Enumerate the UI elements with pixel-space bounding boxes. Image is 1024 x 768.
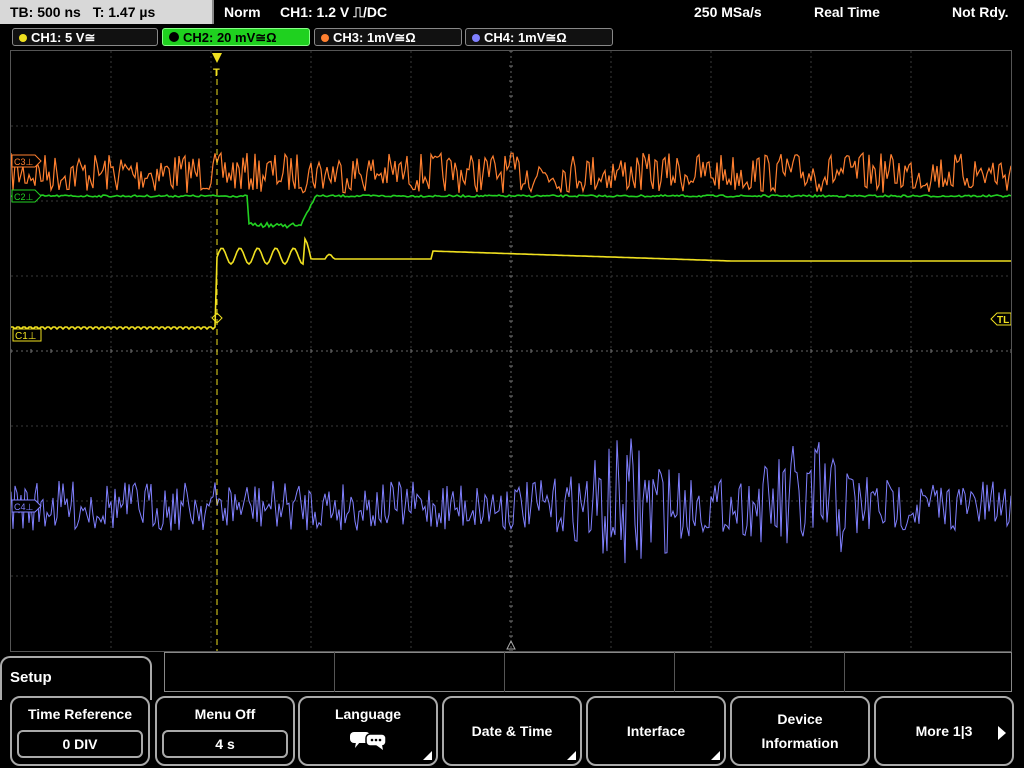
strip-divider	[674, 652, 675, 692]
trigger-position-marker: T	[212, 53, 222, 79]
tab-ch3[interactable]: CH3: 1mV≅Ω	[314, 28, 462, 46]
language-button[interactable]: Language	[298, 696, 438, 766]
language-label: Language	[334, 706, 402, 722]
tab-ch4[interactable]: CH4: 1mV≅Ω	[465, 28, 613, 46]
trigger-setting[interactable]: CH1: 1.2 V ⎍/DC	[280, 0, 387, 24]
svg-text:C1⊥: C1⊥	[15, 331, 37, 342]
ch2-ground-marker: C2⊥	[11, 189, 42, 203]
menu-off-value: 4 s	[162, 730, 288, 758]
strip-divider	[334, 652, 335, 692]
more-label: More 1|3	[915, 723, 973, 739]
date-time-label: Date & Time	[471, 723, 553, 739]
time-reference-label: Time Reference	[27, 706, 132, 722]
tab-ch2[interactable]: CH2: 20 mV≅Ω	[162, 28, 310, 46]
ch1-label: CH1: 5 V≅	[31, 30, 96, 45]
ch1-color-dot	[19, 34, 27, 42]
ready-state: Not Rdy.	[952, 4, 1009, 20]
strip-divider	[844, 652, 845, 692]
waveform-canvas: T C1⊥ C2⊥ C3⊥ C4⊥ TL	[11, 51, 1011, 651]
ch2-label: CH2: 20 mV≅Ω	[183, 30, 277, 45]
ch3-ground-marker: C3⊥	[11, 154, 42, 168]
time-reference-button[interactable]: Time Reference 0 DIV	[10, 696, 150, 766]
svg-text:C3⊥: C3⊥	[14, 157, 34, 167]
menu-off-label: Menu Off	[194, 706, 256, 722]
submenu-corner-icon	[711, 751, 720, 760]
interface-label: Interface	[626, 723, 686, 739]
more-button[interactable]: More 1|3	[874, 696, 1014, 766]
sample-rate: 250 MSa/s	[694, 4, 762, 20]
tab-ch1[interactable]: CH1: 5 V≅	[12, 28, 158, 46]
ch3-color-dot	[321, 34, 329, 42]
time-reference-value: 0 DIV	[17, 730, 143, 758]
ch1-ground-marker: C1⊥	[12, 328, 42, 342]
svg-text:C4⊥: C4⊥	[14, 502, 34, 512]
device-information-button[interactable]: Device Information	[730, 696, 870, 766]
submenu-corner-icon	[567, 751, 576, 760]
trigger-time-value: T: 1.47 µs	[92, 4, 156, 20]
device-information-line1: Device	[777, 711, 823, 727]
waveform-display[interactable]: T C1⊥ C2⊥ C3⊥ C4⊥ TL	[10, 50, 1012, 652]
bottom-info-strip	[164, 652, 1012, 692]
timebase-value: TB: 500 ns	[10, 4, 81, 20]
submenu-corner-icon	[423, 751, 432, 760]
trigger-level-marker: TL	[990, 312, 1011, 326]
speech-bubbles-icon	[300, 728, 436, 755]
svg-text:C2⊥: C2⊥	[14, 192, 34, 202]
ch4-label: CH4: 1mV≅Ω	[484, 30, 567, 45]
trigger-pos-text: T	[213, 67, 220, 79]
timebase-box[interactable]: TB: 500 ns T: 1.47 µs	[0, 0, 214, 24]
ch3-label: CH3: 1mV≅Ω	[333, 30, 416, 45]
svg-text:TL: TL	[997, 315, 1009, 326]
menu-title-setup: Setup	[0, 656, 152, 700]
ch2-color-dot	[169, 32, 179, 42]
interface-button[interactable]: Interface	[586, 696, 726, 766]
acquisition-mode: Real Time	[814, 4, 880, 20]
date-time-button[interactable]: Date & Time	[442, 696, 582, 766]
ch4-ground-marker: C4⊥	[11, 499, 42, 513]
ch4-color-dot	[472, 34, 480, 42]
next-page-arrow-icon	[998, 726, 1006, 740]
strip-divider	[504, 652, 505, 692]
device-information-line2: Information	[761, 735, 839, 751]
graticule-grid	[11, 51, 1011, 651]
trigger-mode[interactable]: Norm	[224, 0, 261, 24]
menu-off-button[interactable]: Menu Off 4 s	[155, 696, 295, 766]
